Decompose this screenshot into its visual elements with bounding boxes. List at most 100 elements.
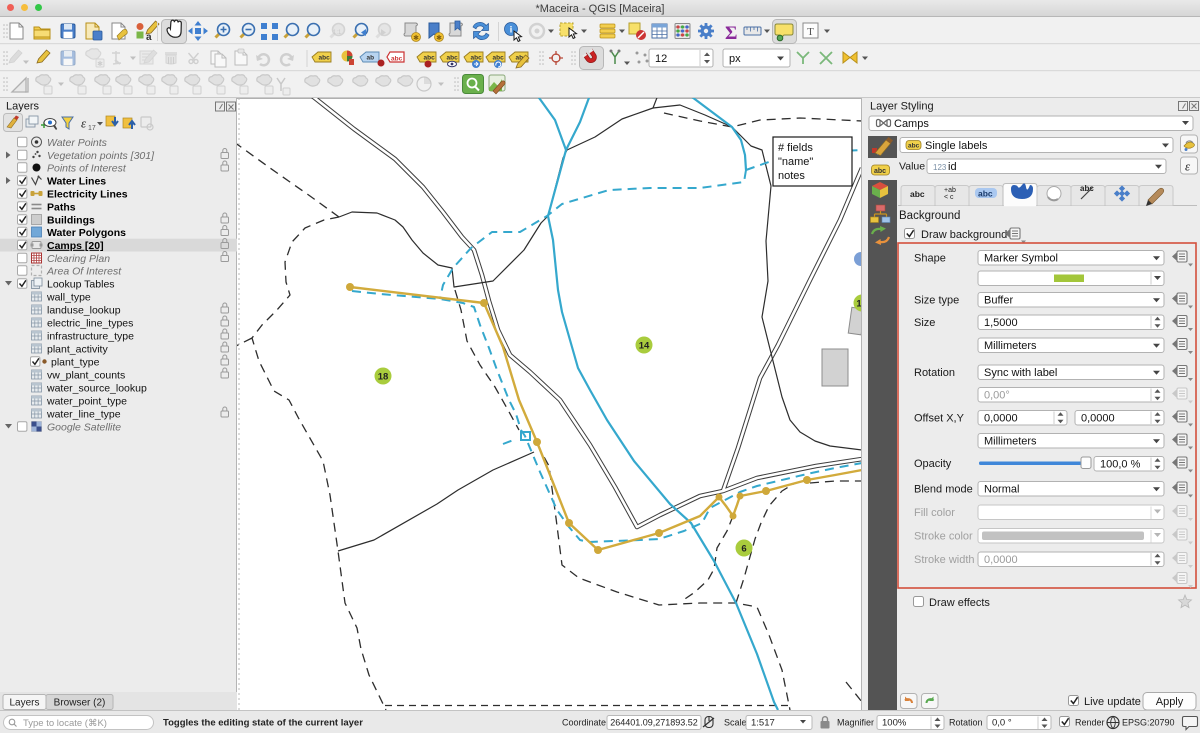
svg-text:Water Lines: Water Lines	[47, 175, 106, 187]
svg-text:abc: abc	[391, 56, 403, 63]
svg-text:"name": "name"	[778, 156, 813, 168]
svg-text:ab: ab	[367, 55, 375, 62]
svg-text:abc: abc	[447, 55, 459, 62]
svg-text:Rotation: Rotation	[949, 718, 983, 728]
svg-text:water_source_lookup: water_source_lookup	[46, 382, 147, 394]
svg-text:0,0 °: 0,0 °	[992, 718, 1012, 729]
svg-text:1,5000: 1,5000	[984, 317, 1018, 329]
svg-text:Layers: Layers	[6, 101, 40, 113]
svg-text:Fill color: Fill color	[914, 507, 955, 519]
svg-text:i: i	[510, 25, 513, 35]
svg-text:✱: ✱	[97, 60, 103, 68]
svg-text:14: 14	[639, 341, 650, 352]
svg-text:Google Satellite: Google Satellite	[47, 421, 121, 433]
svg-text:electric_line_types: electric_line_types	[47, 317, 133, 329]
svg-text:100%: 100%	[882, 718, 907, 729]
svg-text:12: 12	[655, 53, 667, 65]
svg-text:abc: abc	[874, 168, 886, 175]
svg-text:18: 18	[378, 372, 389, 383]
svg-text:Normal: Normal	[984, 484, 1019, 496]
svg-text:Size type: Size type	[914, 295, 959, 307]
svg-text:Buildings: Buildings	[47, 214, 95, 226]
svg-text:1:517: 1:517	[751, 718, 775, 729]
svg-text:Stroke color: Stroke color	[914, 531, 973, 543]
svg-text:Buffer: Buffer	[984, 295, 1013, 307]
svg-text:Scale: Scale	[724, 718, 747, 728]
svg-text:Render: Render	[1075, 718, 1105, 728]
svg-text:Type to locate (⌘K): Type to locate (⌘K)	[23, 718, 107, 729]
svg-text:Shape: Shape	[914, 253, 946, 265]
svg-text:px: px	[729, 53, 741, 65]
svg-text:Paths: Paths	[47, 201, 76, 213]
svg-text:T: T	[807, 26, 814, 38]
svg-text:Water Points: Water Points	[47, 137, 108, 149]
svg-text:water_line_type: water_line_type	[46, 408, 121, 420]
svg-text:< c: < c	[944, 194, 954, 201]
svg-text:wall_type: wall_type	[46, 291, 91, 303]
svg-text:landuse_lookup: landuse_lookup	[47, 304, 121, 316]
svg-text:Toggles the editing state of t: Toggles the editing state of the current…	[163, 718, 363, 729]
svg-text:Draw effects: Draw effects	[929, 597, 990, 609]
svg-text:plant_type: plant_type	[51, 356, 100, 368]
svg-text:Camps [20]: Camps [20]	[47, 240, 104, 252]
svg-text:plant_activity: plant_activity	[47, 343, 108, 355]
svg-text:Apply: Apply	[1156, 696, 1184, 708]
svg-text:Σ: Σ	[725, 23, 737, 44]
svg-text:100,0 %: 100,0 %	[1100, 459, 1141, 471]
svg-text:Clearing Plan: Clearing Plan	[47, 253, 110, 265]
svg-text:notes: notes	[778, 170, 805, 182]
svg-text:✱: ✱	[436, 34, 442, 42]
svg-text:ε: ε	[81, 116, 87, 131]
svg-text:Vegetation points [301]: Vegetation points [301]	[47, 150, 155, 162]
svg-text:1:1: 1:1	[333, 30, 342, 36]
svg-text:Browser (2): Browser (2)	[54, 698, 106, 709]
svg-text:123: 123	[933, 163, 947, 172]
svg-text:0,0000: 0,0000	[984, 413, 1018, 425]
svg-text:Size: Size	[914, 317, 935, 329]
svg-text:ε: ε	[1185, 159, 1191, 174]
svg-text:Lookup Tables: Lookup Tables	[47, 278, 115, 290]
svg-text:abc: abc	[910, 189, 925, 199]
svg-text:Rotation: Rotation	[914, 367, 955, 379]
svg-text:Opacity: Opacity	[914, 458, 952, 470]
svg-text:264401.09,271893.52: 264401.09,271893.52	[610, 718, 698, 728]
svg-text:+ab: +ab	[944, 187, 956, 194]
svg-text:Single labels: Single labels	[925, 140, 988, 152]
svg-text:Marker Symbol: Marker Symbol	[984, 253, 1058, 265]
svg-text:EPSG:20790: EPSG:20790	[1122, 718, 1175, 728]
svg-text:17: 17	[88, 125, 96, 132]
svg-text:0,00°: 0,00°	[984, 390, 1010, 402]
svg-text:Magnifier: Magnifier	[837, 718, 874, 728]
svg-text:Offset X,Y: Offset X,Y	[914, 413, 965, 425]
svg-text:0,0000: 0,0000	[984, 554, 1018, 566]
svg-text:Points of Interest: Points of Interest	[47, 162, 127, 174]
svg-text:abc: abc	[908, 143, 920, 150]
svg-text:Layer Styling: Layer Styling	[870, 101, 934, 113]
svg-text:Area Of Interest: Area Of Interest	[46, 265, 122, 277]
svg-text:✱: ✱	[413, 34, 419, 42]
svg-text:Background: Background	[899, 210, 960, 222]
svg-text:Live update: Live update	[1084, 696, 1141, 708]
svg-text:abc: abc	[424, 55, 436, 62]
svg-text:Millimeters: Millimeters	[984, 436, 1037, 448]
svg-text:Camps: Camps	[894, 118, 929, 130]
svg-text:infrastructure_type: infrastructure_type	[47, 330, 134, 342]
svg-text:Value: Value	[899, 161, 925, 173]
svg-text:Layers: Layers	[9, 698, 39, 709]
svg-text:6: 6	[741, 544, 746, 555]
svg-text:# fields: # fields	[778, 142, 813, 154]
svg-text:abc: abc	[319, 55, 331, 62]
svg-text:Millimeters: Millimeters	[984, 340, 1037, 352]
svg-text:water_point_type: water_point_type	[46, 395, 127, 407]
svg-text:Sync with label: Sync with label	[984, 367, 1057, 379]
svg-text:abc: abc	[978, 189, 993, 199]
svg-text:Electricity Lines: Electricity Lines	[47, 188, 128, 200]
svg-text:vw_plant_counts: vw_plant_counts	[47, 369, 125, 381]
svg-text:Stroke width: Stroke width	[914, 554, 975, 566]
svg-text:id: id	[948, 161, 957, 173]
svg-text:0,0000: 0,0000	[1081, 413, 1115, 425]
svg-text:Water Polygons: Water Polygons	[47, 227, 126, 239]
svg-text:Blend mode: Blend mode	[914, 484, 973, 496]
svg-text:Coordinate: Coordinate	[562, 718, 606, 728]
svg-text:Draw background: Draw background	[921, 229, 1007, 241]
